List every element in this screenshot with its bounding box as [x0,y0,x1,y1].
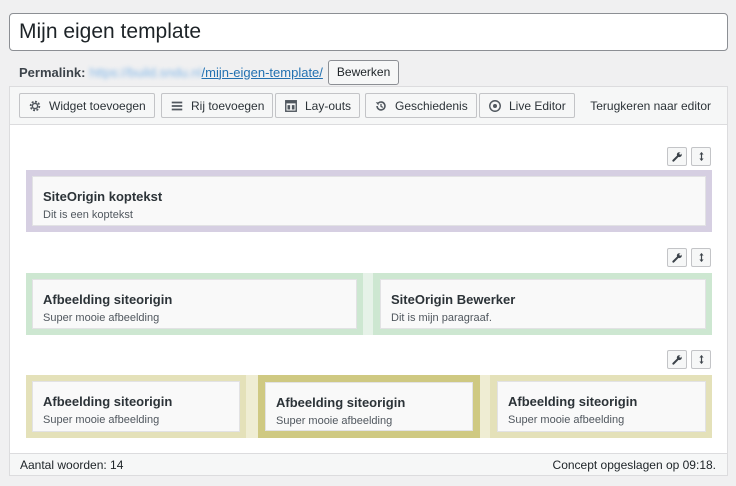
move-vertical-icon [698,355,704,364]
row-3-move-handle[interactable] [691,350,711,369]
widget-title: SiteOrigin koptekst [43,189,163,204]
row-1-settings-button[interactable] [667,147,687,166]
row-3-cell-2: Afbeelding siteorigin Super mooie afbeel… [258,375,480,438]
row-2-settings-button[interactable] [667,248,687,267]
widget-description: Dit is een koptekst [43,209,133,221]
row-1-widget-1[interactable]: SiteOrigin koptekst Dit is een koptekst [32,176,706,226]
history-label: Geschiedenis [395,98,468,113]
live-editor-button[interactable]: Live Editor [479,93,575,118]
permalink-slug-link[interactable]: /mijn-eigen-template/ [202,65,323,80]
layout-icon [285,99,297,112]
wrench-icon [671,355,682,365]
add-row-button[interactable]: Rij toevoegen [161,93,274,118]
widget-title: SiteOrigin Bewerker [391,292,516,307]
widget-title: Afbeelding siteorigin [508,394,638,409]
rows-icon [171,101,183,110]
move-vertical-icon [698,152,704,161]
row-3-widget-3[interactable]: Afbeelding siteorigin Super mooie afbeel… [497,381,706,432]
permalink-bar: Permalink: https://build.sndu.nl /mijn-e… [19,59,400,85]
edit-permalink-button[interactable]: Bewerken [327,59,400,85]
widget-title: Afbeelding siteorigin [43,394,173,409]
permalink-base-url[interactable]: https://build.sndu.nl [89,65,201,80]
eye-icon [489,99,501,112]
row-3-cell-gutter[interactable] [480,375,490,438]
widget-description: Super mooie afbeelding [508,414,625,426]
row-2-cell-2: SiteOrigin Bewerker Dit is mijn paragraa… [373,273,712,335]
move-vertical-icon [698,253,704,262]
add-row-label: Rij toevoegen [191,98,265,113]
row-3-cell-gutter[interactable] [246,375,258,438]
widget-description: Super mooie afbeelding [276,415,393,427]
wrench-icon [671,253,682,263]
widget-description: Super mooie afbeelding [43,312,160,324]
permalink-label: Permalink: [19,64,86,80]
wrench-icon [671,152,682,162]
row-3-cell-3: Afbeelding siteorigin Super mooie afbeel… [490,375,712,438]
row-2-widget-2[interactable]: SiteOrigin Bewerker Dit is mijn paragraa… [380,279,706,329]
builder-toolbar: Widget toevoegen Rij toevoegen Lay-outs … [10,87,727,125]
row-1-cell-1: SiteOrigin koptekst Dit is een koptekst [26,170,712,232]
status-bar: Aantal woorden: 14 Concept opgeslagen op… [10,453,727,475]
gear-icon [29,100,41,111]
live-editor-label: Live Editor [509,98,566,113]
widget-description: Dit is mijn paragraaf. [391,312,492,324]
widget-description: Super mooie afbeelding [43,414,160,426]
row-3-widget-2[interactable]: Afbeelding siteorigin Super mooie afbeel… [265,382,473,431]
layouts-label: Lay-outs [305,98,352,113]
row-3-settings-button[interactable] [667,350,687,369]
add-widget-label: Widget toevoegen [49,98,146,113]
back-to-editor-link[interactable]: Terugkeren naar editor [590,99,711,113]
row-2-cell-1: Afbeelding siteorigin Super mooie afbeel… [26,273,363,335]
page-builder: Widget toevoegen Rij toevoegen Lay-outs … [9,86,728,476]
title-input[interactable] [9,13,728,51]
row-2-cell-gutter[interactable] [363,273,373,335]
layouts-button[interactable]: Lay-outs [275,93,361,118]
row-2-move-handle[interactable] [691,248,711,267]
row-2-widget-1[interactable]: Afbeelding siteorigin Super mooie afbeel… [32,279,357,329]
history-icon [375,100,386,111]
row-1-move-handle[interactable] [691,147,711,166]
add-widget-button[interactable]: Widget toevoegen [19,93,155,118]
autosave-status: Concept opgeslagen op 09:18. [552,458,716,472]
row-3-cell-1: Afbeelding siteorigin Super mooie afbeel… [26,375,246,438]
history-button[interactable]: Geschiedenis [365,93,477,118]
widget-title: Afbeelding siteorigin [43,292,173,307]
row-3-widget-1[interactable]: Afbeelding siteorigin Super mooie afbeel… [32,381,240,432]
word-count: Aantal woorden: 14 [20,458,124,472]
widget-title: Afbeelding siteorigin [276,395,406,410]
